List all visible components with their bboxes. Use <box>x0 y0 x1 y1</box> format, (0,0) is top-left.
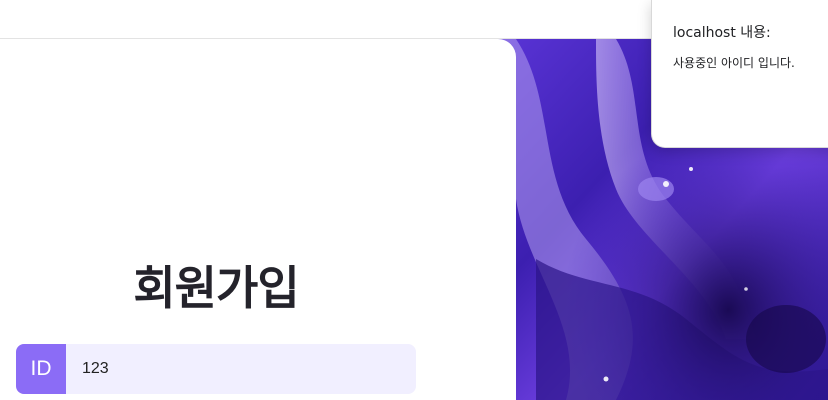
browser-viewport: 회원가입 ID localhost 내용: 사용중인 아이디 입니다. <box>0 0 828 400</box>
id-field-label: ID <box>16 344 66 394</box>
browser-alert-dialog: localhost 내용: 사용중인 아이디 입니다. <box>651 0 828 148</box>
page-title: 회원가입 <box>133 261 299 315</box>
alert-title: localhost 내용: <box>673 25 771 41</box>
id-field-row: ID <box>16 344 416 394</box>
alert-message: 사용중인 아이디 입니다. <box>673 56 795 70</box>
id-input[interactable] <box>66 344 416 394</box>
